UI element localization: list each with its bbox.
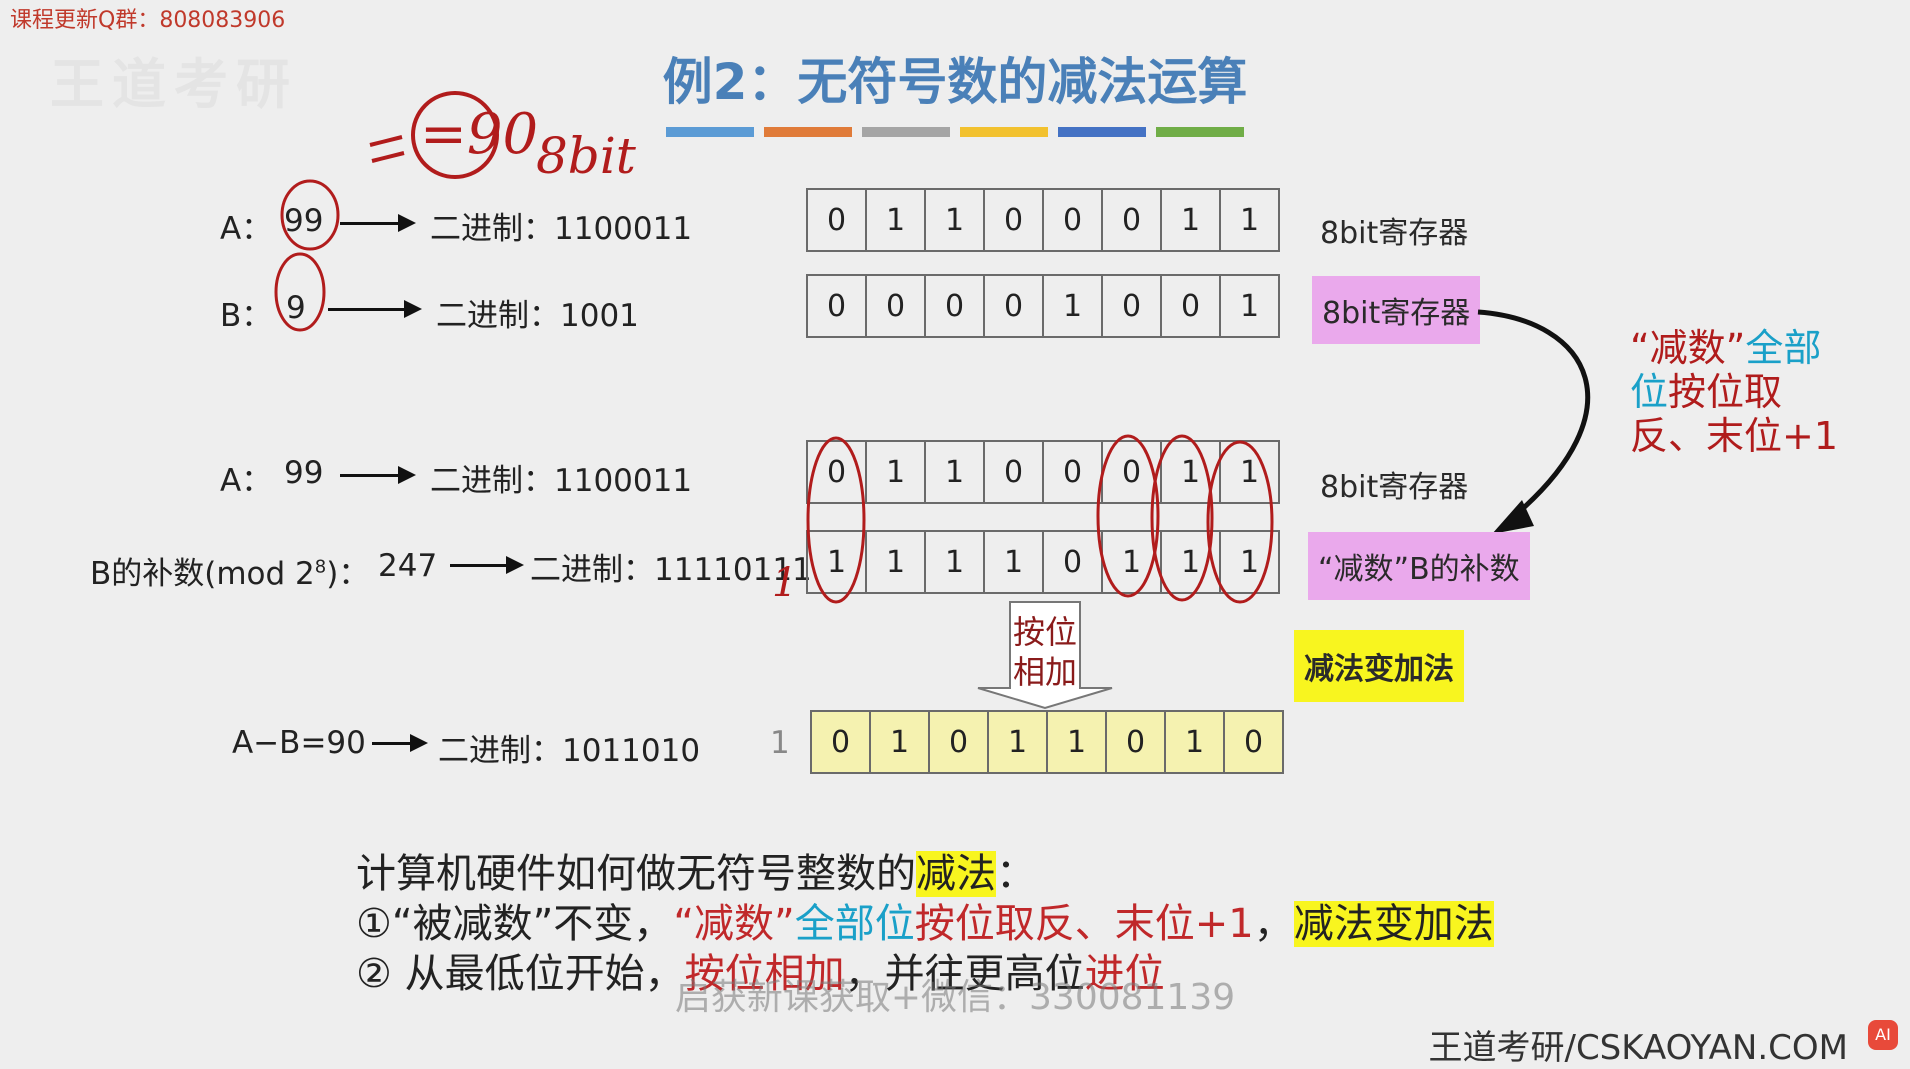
register-bit: 0 [926,276,985,336]
result-arrow [372,734,428,752]
handwriting-top: =90 8bit [369,91,637,185]
subtitle-overlay: 启获新课获取+微信：330081139 [674,977,1236,1018]
row-a2-binary: 二进制：1100011 [430,463,693,499]
hand-circle-a1 [280,179,340,251]
hand-column-circles [806,434,1274,604]
slide-title: 例2：无符号数的减法运算 [662,53,1248,111]
add-arrow-label-1: 按位 [1012,613,1077,651]
row-b2-label: B的补数(mod 28)： [90,548,369,593]
register-bit: 1 [1162,190,1221,250]
side-note-1: “减数” [1630,326,1746,370]
title-color-bar [960,127,1048,137]
row-b1-tag: 8bit寄存器 [1312,276,1481,344]
hand-equals [369,135,405,163]
row-a2-value: 99 [284,455,324,491]
register-bit: 1 [989,712,1048,772]
summary-1b: 减法 [916,851,996,897]
summary-2e: 末位+1 [1114,901,1254,947]
register-bit: 1 [926,190,985,250]
register-bit: 1 [1166,712,1225,772]
side-note: “减数”全部 位按位取 反、末位+1 [1630,326,1860,458]
register-bit: 0 [1103,190,1162,250]
row-b1-register: 00001001 [806,274,1280,338]
summary-2g: 减法变加法 [1293,901,1494,947]
summary-1c: ： [996,851,1036,897]
register-bit: 1 [1048,712,1107,772]
register-bit: 0 [1044,190,1103,250]
row-b2-label-prefix: B的补数(mod 2 [90,556,315,592]
summary-2b: “减数” [673,901,795,947]
register-bit: 0 [867,276,926,336]
result-binary: 二进制：1011010 [438,733,701,769]
register-bit: 0 [930,712,989,772]
row-b2-value: 247 [378,548,438,584]
register-bit: 0 [1243,724,1264,760]
title-color-bar [764,127,852,137]
hand-carry: 1 [772,560,798,606]
row-b1-label: B： [220,298,273,334]
summary-1a: 计算机硬件如何做无符号整数的 [356,851,916,897]
summary-2d: 按位取反、 [914,901,1115,947]
row-b1-binary: 二进制：1001 [436,298,639,334]
result-register: 01011010 [810,710,1284,774]
summary-line-2: ①“被减数”不变，“减数”全部位按位取反、末位+1，减法变加法 [356,898,1494,950]
result-carry: 1 [770,725,790,761]
curved-arrow [1477,309,1591,534]
summary-line-1: 计算机硬件如何做无符号整数的减法： [356,848,1036,900]
register-bit: 0 [985,276,1044,336]
row-a1-label: A： [220,211,273,247]
side-note-2: 全部 [1745,326,1822,370]
register-bit: 0 [1162,276,1221,336]
register-bit: 1 [1239,288,1260,324]
row-b1-arrow [328,300,422,318]
register-bit: 0 [1107,712,1166,772]
title-color-bar [666,127,754,137]
row-a2-tag: 8bit寄存器 [1320,470,1469,505]
register-bit: 1 [867,190,926,250]
sub-to-add-tag: 减法变加法 [1294,630,1464,702]
register-bit: 0 [812,712,871,772]
title-color-bar [1156,127,1244,137]
register-bit: 0 [1103,276,1162,336]
summary-2a: ①“被减数”不变， [356,901,674,947]
register-bit: 0 [808,190,867,250]
ai-badge-icon[interactable]: AI [1868,1020,1898,1050]
summary-2f: ， [1253,901,1294,947]
add-arrow-label: 按位 相加 [1010,612,1080,692]
row-b2-label-sup: 8 [314,556,327,578]
row-b2-label-suffix: )： [326,556,370,592]
register-bit: 0 [985,190,1044,250]
hand-result: =90 [420,102,538,167]
row-a2-arrow [340,466,416,484]
side-note-3: 位 [1630,370,1669,414]
register-bit: 0 [808,276,867,336]
row-a1-binary: 二进制：1100011 [430,211,693,247]
top-watermark: 课程更新Q群：808083906 [10,8,286,33]
row-a1-register: 01100011 [806,188,1280,252]
row-a1-tag: 8bit寄存器 [1320,216,1469,251]
row-b2-binary: 二进制：11110111 [530,552,812,588]
register-bit: 1 [1044,276,1103,336]
register-bit: 1 [871,712,930,772]
add-arrow-label-2: 相加 [1012,653,1077,691]
title-color-bar [1058,127,1146,137]
footer-brand: 王道考研/CSKAOYAN.COM [1428,1028,1848,1068]
hand-bits: 8bit [536,127,637,185]
side-note-5: 反、末位+1 [1630,414,1839,458]
row-a1-arrow [340,214,416,232]
row-a2-label: A： [220,463,273,499]
hand-circle-b1 [274,252,326,332]
title-color-bar [862,127,950,137]
side-note-4: 按位取 [1668,370,1783,414]
result-label: A−B=90 [232,725,366,761]
register-bit: 1 [1239,202,1260,238]
summary-2c: 全部位 [794,901,915,947]
row-b2-arrow [450,556,524,574]
row-b2-tag: “减数”B的补数 [1308,532,1530,600]
